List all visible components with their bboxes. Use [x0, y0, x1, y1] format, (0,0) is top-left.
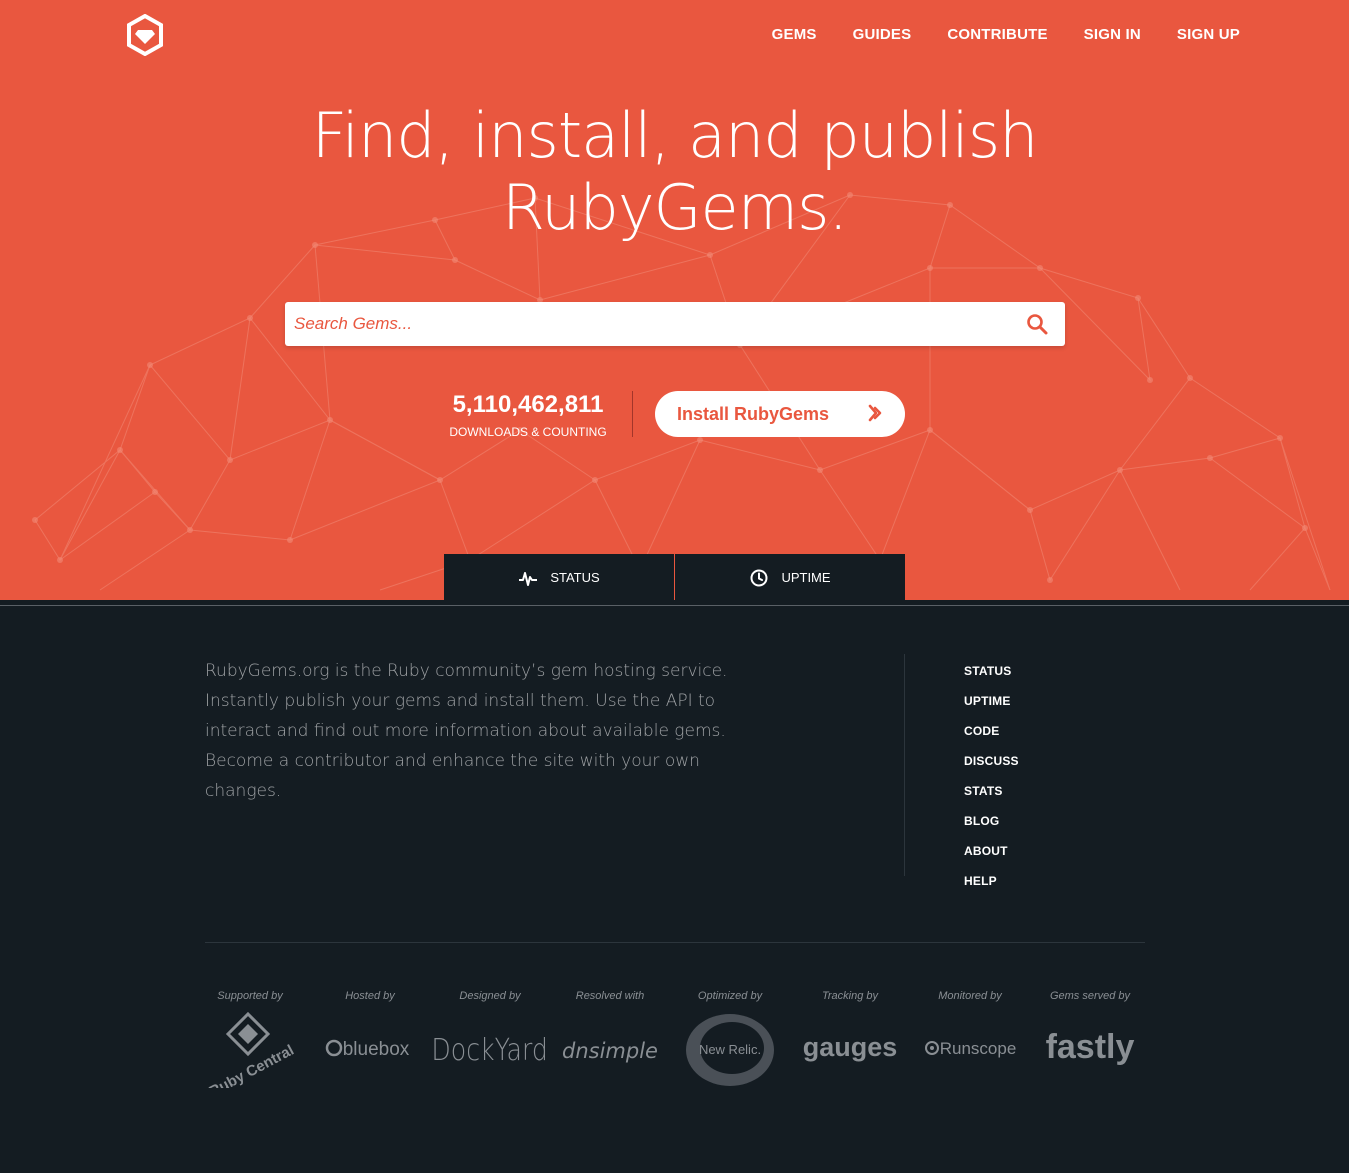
sponsor-dockyard[interactable]: Designed by DockYard — [430, 990, 550, 1068]
bluebox-logo-icon: bluebox — [325, 1039, 410, 1060]
sponsors: Supported by Ruby Central Hosted by blue… — [190, 990, 1150, 1090]
nav-sign-in-link[interactable]: SIGN IN — [1084, 26, 1141, 43]
hero: GEMS GUIDES CONTRIBUTE SIGN IN SIGN UP F… — [0, 0, 1349, 600]
footer-link-uptime[interactable]: UPTIME — [964, 686, 1019, 716]
footer: RubyGems.org is the Ruby community’s gem… — [0, 606, 1349, 1173]
footer-link-status[interactable]: STATUS — [964, 656, 1019, 686]
hero-headline: Find, install, and publish RubyGems. — [0, 100, 1349, 244]
dnsimple-logo-icon: dnsimple — [562, 1039, 658, 1063]
about-text: RubyGems.org is the Ruby community’s gem… — [205, 661, 728, 801]
nav-sign-up-link[interactable]: SIGN UP — [1177, 26, 1240, 43]
svg-text:DockYard: DockYard — [431, 1032, 547, 1068]
sponsor-dnsimple[interactable]: Resolved with dnsimple — [550, 990, 670, 1063]
gauges-logo-icon: gauges — [803, 1032, 898, 1062]
sponsor-bluebox[interactable]: Hosted by bluebox — [310, 990, 430, 1060]
runscope-logo-icon: Runscope — [925, 1039, 1017, 1058]
sponsor-caption: Hosted by — [345, 990, 395, 1002]
nav-guides-link[interactable]: GUIDES — [853, 26, 912, 43]
download-stats: 5,110,462,811 DOWNLOADS & COUNTING — [420, 391, 640, 439]
svg-text:Runscope: Runscope — [940, 1039, 1017, 1058]
footer-link-code[interactable]: CODE — [964, 716, 1019, 746]
footer-link-blog[interactable]: BLOG — [964, 806, 1019, 836]
footer-link-about[interactable]: ABOUT — [964, 836, 1019, 866]
footer-links: STATUS UPTIME CODE DISCUSS STATS BLOG AB… — [964, 656, 1019, 896]
double-chevron-right-icon — [868, 404, 882, 422]
ruby-central-logo-icon: Ruby Central — [206, 1011, 297, 1088]
dockyard-logo-icon: DockYard — [431, 1032, 547, 1068]
svg-text:New Relic.: New Relic. — [699, 1042, 761, 1057]
status-tabs: STATUS UPTIME — [444, 554, 905, 600]
tab-status[interactable]: STATUS — [444, 554, 674, 600]
footer-link-discuss[interactable]: DISCUSS — [964, 746, 1019, 776]
nav-gems-link[interactable]: GEMS — [772, 26, 817, 43]
svg-text:bluebox: bluebox — [343, 1039, 410, 1060]
sponsor-caption: Resolved with — [575, 990, 645, 1002]
sponsor-runscope[interactable]: Monitored by Runscope — [910, 990, 1030, 1058]
sponsor-new-relic[interactable]: Optimized by New Relic. — [670, 990, 790, 1086]
sponsor-ruby-central[interactable]: Supported by Ruby Central — [190, 990, 310, 1088]
footer-link-stats[interactable]: STATS — [964, 776, 1019, 806]
headline-line-2: RubyGems. — [501, 171, 848, 244]
sponsor-caption: Monitored by — [938, 990, 1002, 1002]
downloads-label: DOWNLOADS & COUNTING — [449, 425, 607, 439]
pulse-icon — [519, 571, 538, 586]
top-navigation: GEMS GUIDES CONTRIBUTE SIGN IN SIGN UP — [0, 0, 1349, 70]
fastly-logo-icon: fastly — [1046, 1028, 1135, 1066]
search-bar — [285, 302, 1065, 346]
downloads-count: 5,110,462,811 — [452, 391, 604, 418]
stats-divider — [632, 391, 633, 437]
clock-icon — [750, 569, 768, 586]
footer-horizontal-divider — [205, 942, 1145, 943]
tab-uptime-label: UPTIME — [781, 570, 831, 585]
sponsor-caption: Gems served by — [1049, 990, 1131, 1002]
sponsor-caption: Designed by — [459, 990, 521, 1002]
search-input[interactable] — [285, 302, 1005, 346]
tab-uptime[interactable]: UPTIME — [675, 554, 905, 600]
new-relic-logo-icon: New Relic. — [686, 1014, 774, 1086]
sponsor-caption: Optimized by — [697, 990, 763, 1002]
search-icon[interactable] — [1025, 312, 1049, 336]
sponsor-caption: Tracking by — [821, 990, 879, 1002]
headline-line-1: Find, install, and publish — [311, 99, 1039, 172]
sponsor-gauges[interactable]: Tracking by gauges — [790, 990, 910, 1062]
svg-text:dnsimple: dnsimple — [562, 1039, 658, 1063]
tab-status-label: STATUS — [550, 570, 600, 585]
svg-text:gauges: gauges — [803, 1032, 898, 1062]
sponsor-fastly[interactable]: Gems served by fastly — [1030, 990, 1150, 1066]
install-rubygems-button[interactable]: Install RubyGems — [655, 391, 905, 437]
svg-text:fastly: fastly — [1046, 1028, 1135, 1066]
sponsor-caption: Supported by — [217, 990, 283, 1002]
network-mesh-background — [32, 192, 1331, 591]
nav-links: GEMS GUIDES CONTRIBUTE SIGN IN SIGN UP — [772, 26, 1240, 43]
install-button-label: Install RubyGems — [677, 404, 830, 424]
footer-link-help[interactable]: HELP — [964, 866, 1019, 896]
footer-vertical-divider — [904, 654, 905, 876]
nav-contribute-link[interactable]: CONTRIBUTE — [947, 26, 1047, 43]
rubygems-logo-icon[interactable] — [126, 14, 164, 56]
